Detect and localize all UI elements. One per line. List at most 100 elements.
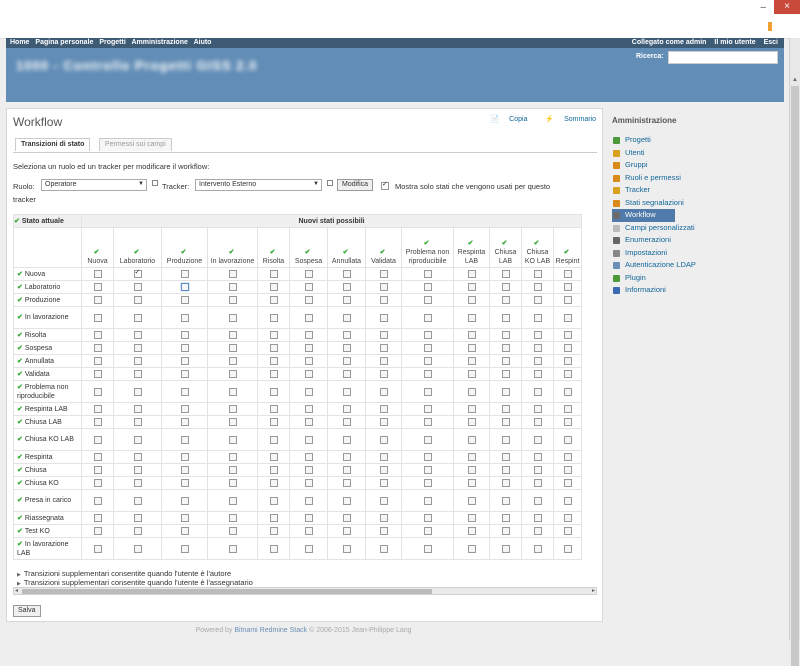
- transition-checkbox[interactable]: [533, 357, 542, 365]
- transition-checkbox[interactable]: [423, 370, 432, 378]
- check-icon[interactable]: ✔: [17, 436, 23, 443]
- transition-checkbox[interactable]: [379, 466, 388, 474]
- row-label[interactable]: ✔ Test KO: [13, 524, 82, 538]
- transition-checkbox[interactable]: [423, 453, 432, 461]
- column-header-3[interactable]: ✔ In lavorazione: [207, 227, 258, 268]
- transition-checkbox[interactable]: [501, 466, 510, 474]
- transition-checkbox[interactable]: [379, 514, 388, 522]
- row-label[interactable]: ✔ Chiusa LAB: [13, 415, 82, 429]
- transition-checkbox[interactable]: [133, 357, 142, 365]
- transition-checkbox[interactable]: [93, 405, 102, 413]
- transition-checkbox[interactable]: [228, 313, 237, 322]
- check-icon[interactable]: ✔: [522, 239, 551, 248]
- transition-checkbox[interactable]: [93, 435, 102, 444]
- transition-checkbox[interactable]: [423, 435, 432, 444]
- transition-checkbox[interactable]: [133, 283, 142, 291]
- minimize-icon[interactable]: –: [760, 2, 766, 13]
- transition-checkbox[interactable]: [563, 466, 572, 474]
- row-label[interactable]: ✔ Nuova: [13, 267, 82, 281]
- transition-checkbox[interactable]: [180, 370, 189, 378]
- transition-checkbox[interactable]: [133, 268, 142, 278]
- column-header-4[interactable]: ✔ Risolta: [257, 227, 290, 268]
- check-icon[interactable]: ✔: [17, 541, 23, 548]
- check-icon[interactable]: ✔: [17, 515, 23, 522]
- transition-checkbox[interactable]: [501, 283, 510, 291]
- transition-checkbox[interactable]: [228, 270, 237, 278]
- tab-transitions[interactable]: Transizioni di stato: [15, 138, 91, 151]
- check-icon[interactable]: ✔: [17, 284, 23, 291]
- check-icon[interactable]: ✔: [17, 419, 23, 426]
- transition-checkbox[interactable]: [501, 418, 510, 426]
- check-icon[interactable]: ✔: [366, 248, 399, 257]
- transition-checkbox[interactable]: [501, 387, 510, 396]
- transition-checkbox[interactable]: [423, 331, 432, 339]
- scrollbar-thumb[interactable]: [791, 86, 799, 666]
- check-icon[interactable]: ✔: [17, 297, 23, 304]
- row-label[interactable]: ✔ Sospesa: [13, 341, 82, 355]
- transition-checkbox[interactable]: [304, 544, 313, 553]
- transition-checkbox[interactable]: [533, 331, 542, 339]
- transition-checkbox[interactable]: [423, 387, 432, 396]
- transition-checkbox[interactable]: [533, 496, 542, 505]
- row-label[interactable]: ✔ Produzione: [13, 293, 82, 307]
- transition-checkbox[interactable]: [501, 453, 510, 461]
- transition-checkbox[interactable]: [228, 435, 237, 444]
- transition-checkbox[interactable]: [379, 270, 388, 278]
- transition-checkbox[interactable]: [379, 544, 388, 553]
- only-used-checkbox[interactable]: [381, 180, 389, 191]
- transition-checkbox[interactable]: [269, 514, 278, 522]
- transition-checkbox[interactable]: [269, 370, 278, 378]
- transition-checkbox[interactable]: [423, 270, 432, 278]
- transition-checkbox[interactable]: [501, 435, 510, 444]
- transition-checkbox[interactable]: [228, 527, 237, 535]
- check-icon[interactable]: ✔: [17, 371, 23, 378]
- sidebar-item-enumerazioni[interactable]: Enumerazioni: [612, 234, 782, 247]
- transition-checkbox[interactable]: [304, 387, 313, 396]
- transition-checkbox[interactable]: [342, 435, 351, 444]
- footer-link[interactable]: Bitnami Redmine Stack: [234, 627, 307, 634]
- check-icon[interactable]: ✔: [208, 248, 255, 257]
- scroll-right-icon[interactable]: ▸: [592, 587, 595, 594]
- sidebar-item-impostazioni[interactable]: Impostazioni: [612, 247, 782, 260]
- transition-checkbox[interactable]: [93, 527, 102, 535]
- transition-checkbox[interactable]: [269, 357, 278, 365]
- transition-checkbox[interactable]: [467, 387, 476, 396]
- transition-checkbox[interactable]: [379, 387, 388, 396]
- check-icon[interactable]: ✔: [17, 358, 23, 365]
- transition-checkbox[interactable]: [379, 313, 388, 322]
- transition-checkbox[interactable]: [180, 405, 189, 413]
- transition-checkbox[interactable]: [180, 435, 189, 444]
- transition-checkbox[interactable]: [228, 514, 237, 522]
- transition-checkbox[interactable]: [467, 344, 476, 352]
- transition-checkbox[interactable]: [304, 479, 313, 487]
- transition-checkbox[interactable]: [180, 270, 189, 278]
- transition-checkbox[interactable]: [304, 313, 313, 322]
- transition-checkbox[interactable]: [304, 466, 313, 474]
- transition-checkbox[interactable]: [533, 514, 542, 522]
- transition-checkbox[interactable]: [501, 313, 510, 322]
- transition-checkbox[interactable]: [342, 331, 351, 339]
- transition-checkbox[interactable]: [342, 453, 351, 461]
- transition-checkbox[interactable]: [228, 496, 237, 505]
- transition-checkbox[interactable]: [304, 453, 313, 461]
- transition-checkbox[interactable]: [93, 496, 102, 505]
- transition-checkbox[interactable]: [133, 479, 142, 487]
- transition-checkbox[interactable]: [342, 544, 351, 553]
- transition-checkbox[interactable]: [304, 514, 313, 522]
- transition-checkbox[interactable]: [423, 466, 432, 474]
- transition-checkbox[interactable]: [269, 283, 278, 291]
- transition-checkbox[interactable]: [180, 296, 189, 304]
- transition-checkbox[interactable]: [180, 496, 189, 505]
- transition-checkbox[interactable]: [379, 435, 388, 444]
- transition-checkbox[interactable]: [423, 313, 432, 322]
- transition-checkbox[interactable]: [342, 527, 351, 535]
- check-icon[interactable]: ✔: [258, 248, 287, 257]
- check-icon[interactable]: ✔: [17, 480, 23, 487]
- transition-checkbox[interactable]: [423, 344, 432, 352]
- row-label[interactable]: ✔ Chiusa: [13, 463, 82, 477]
- transition-checkbox[interactable]: [304, 270, 313, 278]
- transition-checkbox[interactable]: [379, 296, 388, 304]
- transition-checkbox[interactable]: [533, 344, 542, 352]
- transition-checkbox[interactable]: [563, 357, 572, 365]
- check-icon[interactable]: ✔: [17, 314, 23, 321]
